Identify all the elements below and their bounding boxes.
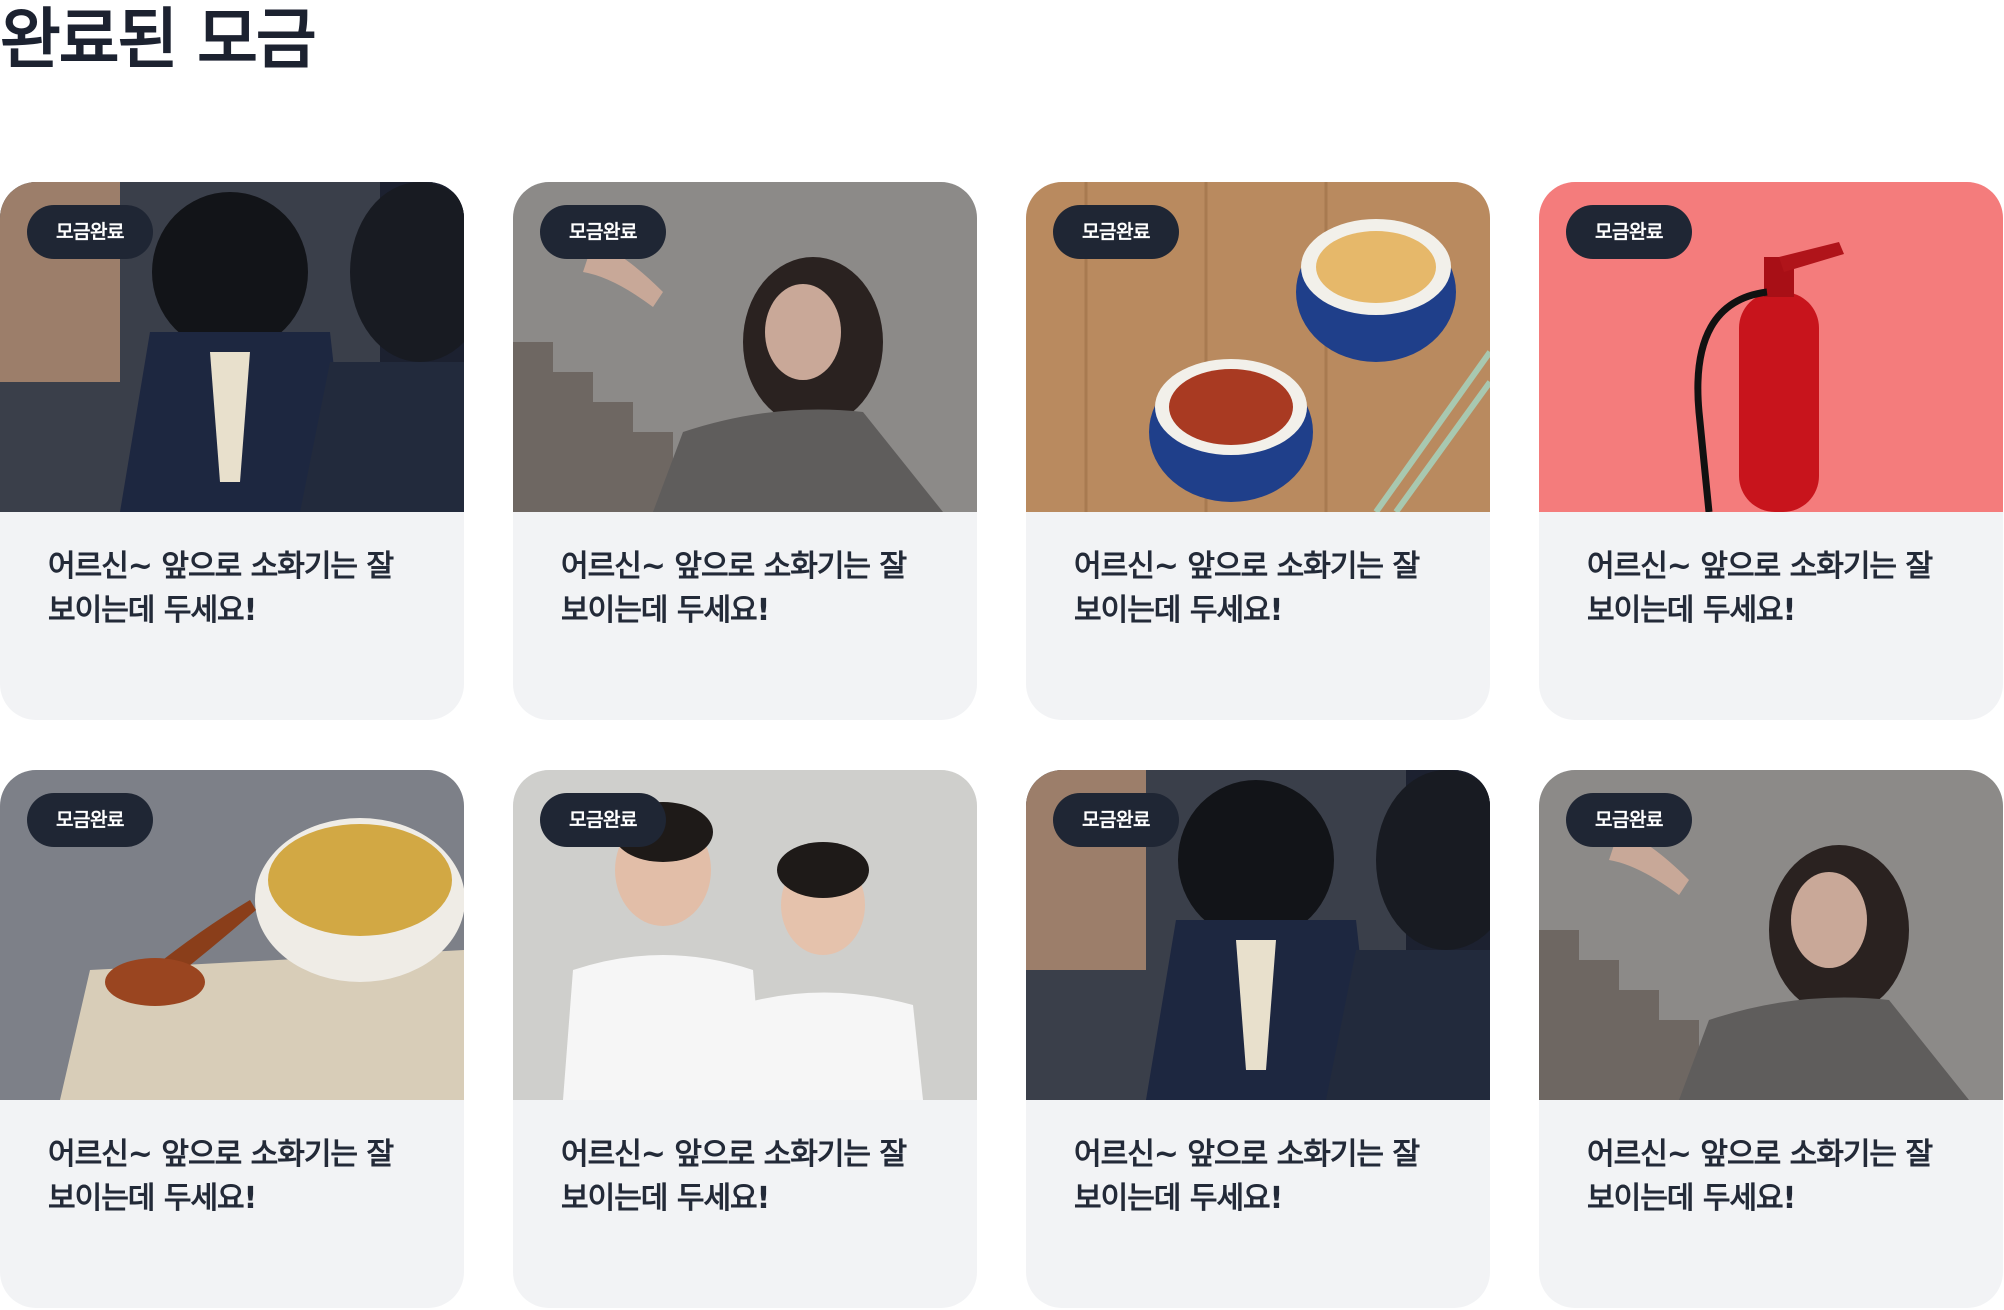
campaign-card[interactable]: 모금완료 어르신~ 앞으로 소화기는 잘 보이는데 두세요! bbox=[1539, 770, 2003, 1308]
campaign-title[interactable]: 어르신~ 앞으로 소화기는 잘 보이는데 두세요! bbox=[48, 1133, 428, 1221]
status-badge: 모금완료 bbox=[27, 205, 153, 259]
campaign-card[interactable]: 모금완료 어르신~ 앞으로 소화기는 잘 보이는데 두세요! bbox=[513, 182, 977, 720]
campaign-title[interactable]: 어르신~ 앞으로 소화기는 잘 보이는데 두세요! bbox=[1587, 1133, 1967, 1221]
status-badge: 모금완료 bbox=[1053, 205, 1179, 259]
campaign-card[interactable]: 모금완료 어르신~ 앞으로 소화기는 잘 보이는데 두세요! bbox=[1539, 182, 2003, 720]
campaign-card[interactable]: 모금완료 어르신~ 앞으로 소화기는 잘 보이는데 두세요! bbox=[1026, 770, 1490, 1308]
campaign-image[interactable]: 모금완료 bbox=[0, 182, 464, 512]
campaign-image[interactable]: 모금완료 bbox=[1539, 770, 2003, 1100]
status-badge: 모금완료 bbox=[1053, 793, 1179, 847]
page-title: 완료된 모금 bbox=[0, 1, 317, 78]
campaign-title[interactable]: 어르신~ 앞으로 소화기는 잘 보이는데 두세요! bbox=[561, 1133, 941, 1221]
status-badge: 모금완료 bbox=[540, 793, 666, 847]
campaign-title[interactable]: 어르신~ 앞으로 소화기는 잘 보이는데 두세요! bbox=[48, 545, 428, 633]
status-badge: 모금완료 bbox=[1566, 205, 1692, 259]
campaign-image[interactable]: 모금완료 bbox=[1026, 182, 1490, 512]
campaign-title[interactable]: 어르신~ 앞으로 소화기는 잘 보이는데 두세요! bbox=[1587, 545, 1967, 633]
campaign-title[interactable]: 어르신~ 앞으로 소화기는 잘 보이는데 두세요! bbox=[1074, 1133, 1454, 1221]
campaign-title[interactable]: 어르신~ 앞으로 소화기는 잘 보이는데 두세요! bbox=[1074, 545, 1454, 633]
campaign-title[interactable]: 어르신~ 앞으로 소화기는 잘 보이는데 두세요! bbox=[561, 545, 941, 633]
status-badge: 모금완료 bbox=[27, 793, 153, 847]
campaign-card[interactable]: 모금완료 어르신~ 앞으로 소화기는 잘 보이는데 두세요! bbox=[1026, 182, 1490, 720]
campaign-image[interactable]: 모금완료 bbox=[0, 770, 464, 1100]
campaign-card[interactable]: 모금완료 어르신~ 앞으로 소화기는 잘 보이는데 두세요! bbox=[513, 770, 977, 1308]
campaign-image[interactable]: 모금완료 bbox=[1026, 770, 1490, 1100]
campaign-card[interactable]: 모금완료 어르신~ 앞으로 소화기는 잘 보이는데 두세요! bbox=[0, 770, 464, 1308]
status-badge: 모금완료 bbox=[540, 205, 666, 259]
status-badge: 모금완료 bbox=[1566, 793, 1692, 847]
campaign-card[interactable]: 모금완료 어르신~ 앞으로 소화기는 잘 보이는데 두세요! bbox=[0, 182, 464, 720]
campaign-image[interactable]: 모금완료 bbox=[513, 182, 977, 512]
campaign-image[interactable]: 모금완료 bbox=[1539, 182, 2003, 512]
campaign-image[interactable]: 모금완료 bbox=[513, 770, 977, 1100]
